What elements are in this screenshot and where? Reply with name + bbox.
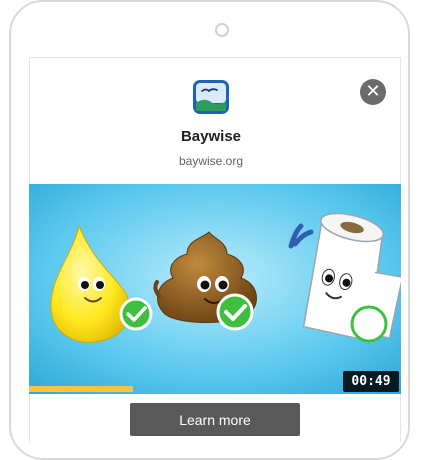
learn-more-button[interactable]: Learn more xyxy=(130,403,300,436)
close-icon: ✕ xyxy=(365,81,381,102)
unchecked-circle-icon xyxy=(350,305,388,343)
close-button[interactable]: ✕ xyxy=(360,79,386,105)
baywise-logo-icon xyxy=(192,79,230,115)
video-player[interactable] xyxy=(29,184,401,394)
app-url[interactable]: baywise.org xyxy=(0,154,422,168)
camera-icon xyxy=(215,23,229,37)
check-icon xyxy=(216,293,254,331)
check-icon xyxy=(119,297,153,331)
app-name: Baywise xyxy=(180,128,242,145)
video-timestamp: 00:49 xyxy=(343,371,399,392)
video-progress-bar[interactable] xyxy=(29,386,133,392)
